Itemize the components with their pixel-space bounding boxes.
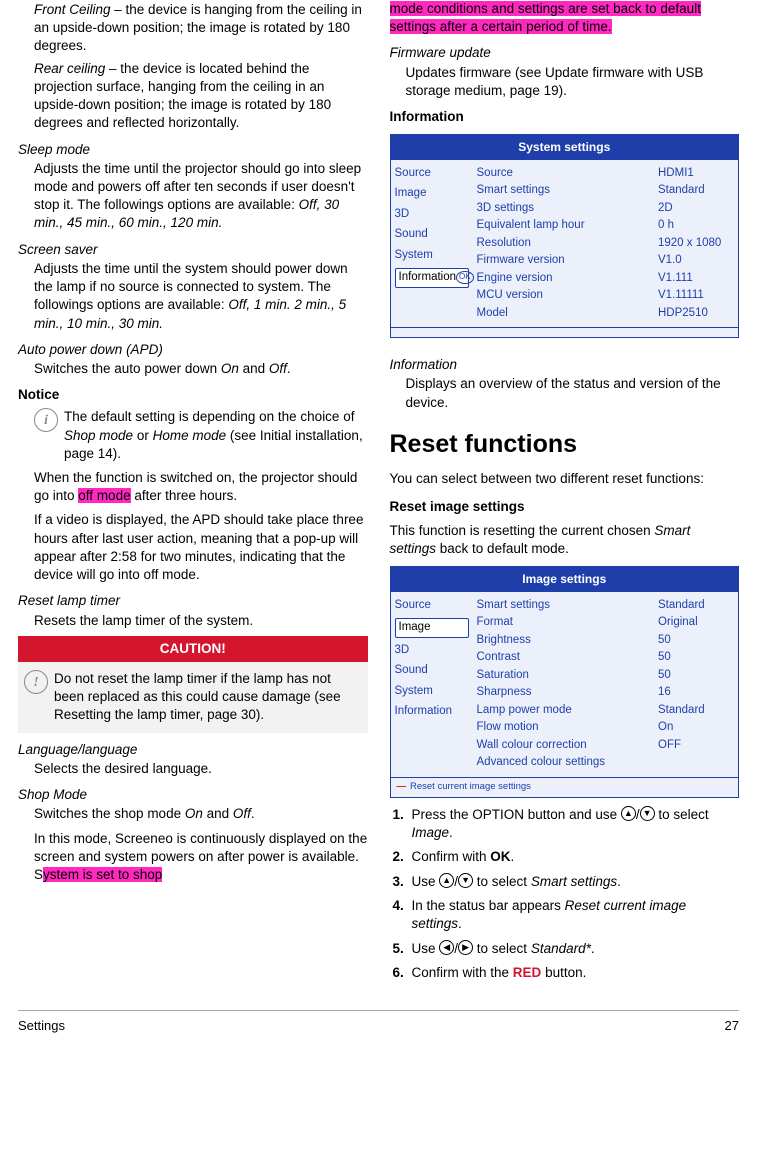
nav2-system[interactable]: System	[395, 684, 469, 700]
panel-values: HDMI1 Standard 2D 0 h 1920 x 1080 V1.0 V…	[658, 160, 738, 328]
panel2-footer: —Reset current image settings	[391, 777, 739, 797]
page-footer: Settings 27	[18, 1010, 739, 1045]
front-ceiling: Front Ceiling – the device is hanging fr…	[34, 1, 368, 56]
hl-continuation: mode conditions and settings are set bac…	[390, 0, 740, 36]
caution-icon: !	[24, 670, 48, 694]
caution-text: Do not reset the lamp timer if the lamp …	[54, 670, 362, 725]
nav2-3d[interactable]: 3D	[395, 643, 469, 659]
step-3: Use ▲/▼ to select Smart settings.	[408, 873, 740, 892]
system-settings-panel: System settings Source Image 3D Sound Sy…	[390, 134, 740, 338]
steps-list: Press the OPTION button and use ▲/▼ to s…	[390, 806, 740, 983]
shop-mode-term: Shop Mode	[18, 786, 368, 804]
up-down-icon: ▲/▼	[621, 806, 655, 824]
panel2-values: Standard Original 50 50 50 16 Standard O…	[658, 592, 738, 777]
front-ceiling-label: Front Ceiling	[34, 2, 111, 17]
step-6: Confirm with the RED button.	[408, 964, 740, 982]
apd-para2: If a video is displayed, the APD should …	[34, 511, 368, 584]
reset-functions-heading: Reset functions	[390, 428, 740, 462]
footer-page-number: 27	[725, 1017, 739, 1035]
nav2-sound[interactable]: Sound	[395, 663, 469, 679]
sleep-mode-term: Sleep mode	[18, 141, 368, 159]
information-term: Information	[390, 356, 740, 374]
nav-source[interactable]: Source	[395, 166, 469, 182]
sleep-mode-def: Adjusts the time until the projector sho…	[34, 160, 368, 233]
nav-system[interactable]: System	[395, 248, 469, 264]
panel-title: System settings	[391, 135, 739, 159]
panel-labels: Source Smart settings 3D settings Equiva…	[473, 160, 659, 328]
screen-saver-def: Adjusts the time until the system should…	[34, 260, 368, 333]
nav-image[interactable]: Image	[395, 186, 469, 202]
ok-icon: OK	[456, 271, 474, 284]
left-right-icon: ◀/▶	[439, 940, 473, 958]
panel2-title: Image settings	[391, 567, 739, 591]
reset-image-para: This function is resetting the current c…	[390, 522, 740, 558]
notice-heading: Notice	[18, 386, 368, 404]
reset-lamp-def: Resets the lamp timer of the system.	[34, 612, 368, 630]
apd-term: Auto power down (APD)	[18, 341, 368, 359]
right-column: mode conditions and settings are set bac…	[390, 0, 740, 990]
screen-saver-term: Screen saver	[18, 241, 368, 259]
shop-mode-def: Switches the shop mode On and Off.	[34, 805, 368, 823]
footer-section: Settings	[18, 1017, 65, 1035]
panel-nav: Source Image 3D Sound System Information…	[391, 160, 473, 328]
image-settings-panel: Image settings Source Image 3D Sound Sys…	[390, 566, 740, 797]
information-def: Displays an overview of the status and v…	[406, 375, 740, 411]
reset-image-heading: Reset image settings	[390, 498, 740, 516]
left-column: Front Ceiling – the device is hanging fr…	[18, 0, 368, 990]
rear-ceiling-label: Rear ceiling	[34, 61, 105, 76]
language-term: Language/language	[18, 741, 368, 759]
nav-sound[interactable]: Sound	[395, 227, 469, 243]
reset-lamp-term: Reset lamp timer	[18, 592, 368, 610]
shop-mode-para: In this mode, Screeneo is continuously d…	[34, 830, 368, 885]
panel2-nav: Source Image 3D Sound System Information	[391, 592, 473, 777]
reset-intro: You can select between two different res…	[390, 470, 740, 488]
rear-ceiling: Rear ceiling – the device is located beh…	[34, 60, 368, 133]
up-down-icon: ▲/▼	[439, 873, 473, 891]
step-2: Confirm with OK.	[408, 848, 740, 866]
information-heading: Information	[390, 108, 740, 126]
nav-3d[interactable]: 3D	[395, 207, 469, 223]
step-5: Use ◀/▶ to select Standard*.	[408, 940, 740, 959]
firmware-def: Updates firmware (see Update firmware wi…	[406, 64, 740, 100]
notice-body: i The default setting is depending on th…	[34, 408, 368, 463]
apd-para1: When the function is switched on, the pr…	[34, 469, 368, 505]
panel2-labels: Smart settings Format Brightness Contras…	[473, 592, 659, 777]
step-4: In the status bar appears Reset current …	[408, 897, 740, 933]
step-1: Press the OPTION button and use ▲/▼ to s…	[408, 806, 740, 843]
info-icon: i	[34, 408, 58, 432]
language-def: Selects the desired language.	[34, 760, 368, 778]
caution-title: CAUTION!	[18, 636, 368, 662]
apd-def: Switches the auto power down On and Off.	[34, 360, 368, 378]
nav2-image-selected[interactable]: Image	[395, 618, 469, 638]
nav-information-selected[interactable]: Information OK	[395, 268, 469, 288]
nav2-source[interactable]: Source	[395, 598, 469, 614]
caution-box: CAUTION! ! Do not reset the lamp timer i…	[18, 636, 368, 733]
nav2-information[interactable]: Information	[395, 704, 469, 720]
firmware-term: Firmware update	[390, 44, 740, 62]
